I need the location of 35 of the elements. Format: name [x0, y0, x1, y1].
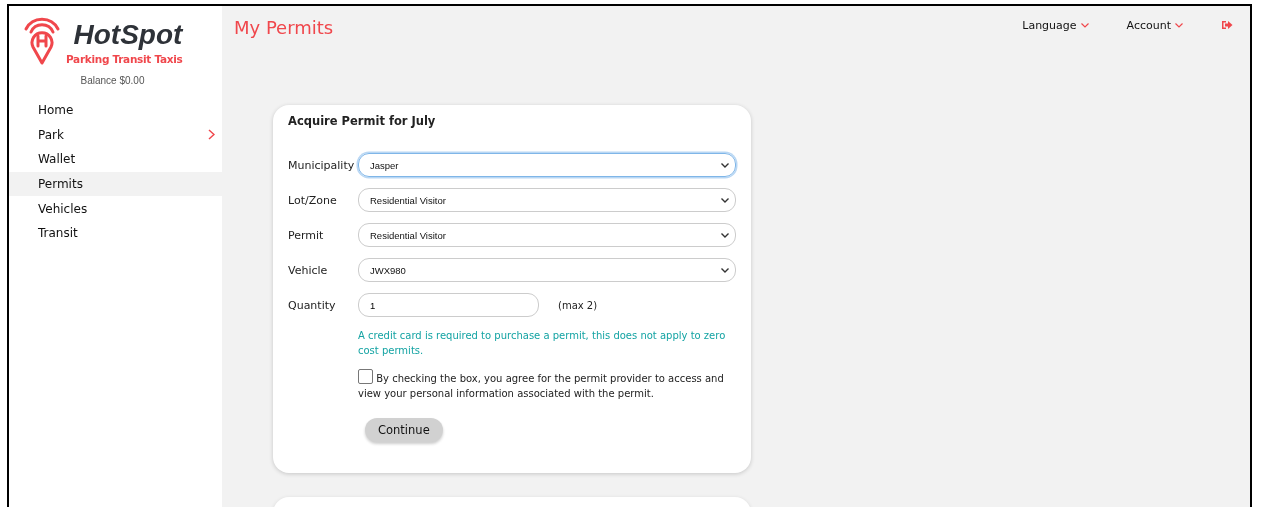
dropdown-field[interactable]: Jasper — [358, 153, 736, 177]
card-title: Acquire Permit for July — [288, 114, 437, 128]
brand-tagline: Parking Transit Taxis — [66, 53, 183, 65]
field-label: Vehicle — [288, 263, 329, 277]
sidebar-item[interactable]: Permits — [9, 171, 222, 197]
caret-icon — [721, 232, 729, 238]
dropdown-field[interactable]: Residential Visitor — [358, 223, 736, 247]
header-menu[interactable]: Account — [1126, 18, 1183, 32]
quantity-field[interactable]: 1 — [358, 293, 539, 317]
sidebar-item[interactable]: Transit — [9, 220, 222, 246]
header-menu[interactable]: Language — [1022, 18, 1089, 32]
brand-name: HotSpot — [73, 20, 183, 50]
field-label: Municipality — [288, 158, 356, 172]
dropdown-field[interactable]: Residential Visitor — [358, 188, 736, 212]
sidebar-item[interactable]: Park — [9, 122, 222, 148]
consent-checkbox[interactable] — [358, 369, 373, 384]
consent-text: By checking the box, you agree for the permit provider to access and view your personal information associated with the permit. — [358, 369, 736, 401]
dropdown-field[interactable]: JWX980 — [358, 258, 736, 282]
field-label: Lot/Zone — [288, 193, 338, 207]
sidebar-item[interactable]: Home — [9, 98, 222, 123]
notice-text: A credit card is required to purchase a permit, this does not apply to zero cost permits. — [358, 329, 727, 358]
sidebar-item[interactable]: Vehicles — [9, 196, 222, 221]
caret-icon — [1175, 22, 1183, 28]
field-label: Quantity — [288, 298, 337, 312]
caret-icon — [721, 267, 729, 273]
caret-icon — [721, 162, 729, 168]
continue-button[interactable]: Continue — [365, 418, 443, 442]
page-title: My Permits — [234, 17, 334, 38]
caret-icon — [721, 197, 729, 203]
quantity-hint: (max 2) — [558, 299, 598, 311]
balance-text: Balance $0.00 — [79, 75, 146, 86]
field-label: Permit — [288, 228, 325, 242]
caret-icon — [1080, 22, 1089, 28]
sidebar-item[interactable]: Wallet — [9, 147, 222, 172]
logout-icon[interactable] — [1221, 20, 1233, 30]
